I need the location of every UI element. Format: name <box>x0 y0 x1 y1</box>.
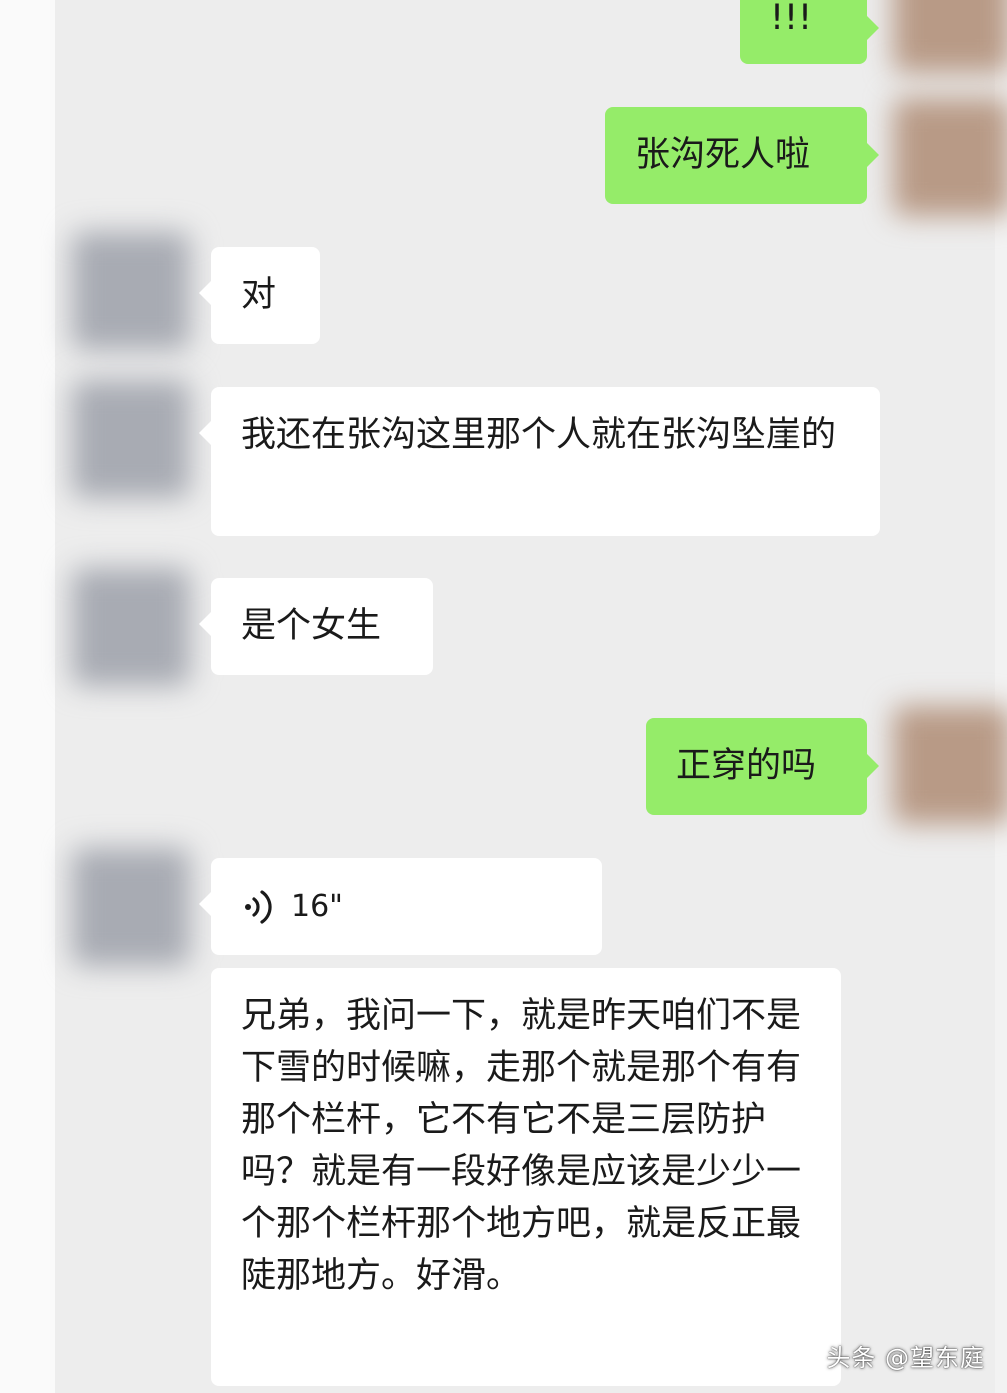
message-bubble-incoming[interactable]: 是个女生 <box>199 578 433 675</box>
message-bubble-outgoing[interactable]: 张沟死人啦 <box>605 107 879 204</box>
voice-wave-icon <box>243 887 277 927</box>
voice-transcription-bubble[interactable]: 兄弟，我问一下，就是昨天咱们不是下雪的时候嘛，走那个就是那个有有那个栏杆，它不有… <box>211 968 841 1386</box>
voice-duration: 16" <box>291 888 343 924</box>
message-text: !!! <box>770 0 813 38</box>
self-avatar[interactable] <box>893 98 1007 216</box>
message-text: 张沟死人啦 <box>635 135 811 175</box>
message-text: 是个女生 <box>241 606 382 646</box>
contact-avatar[interactable] <box>72 848 190 966</box>
message-text: 正穿的吗 <box>676 746 817 786</box>
message-bubble-incoming[interactable]: 对 <box>199 247 320 344</box>
watermark: 头条 @望东庭 <box>826 1344 985 1372</box>
message-bubble-outgoing[interactable]: !!! <box>740 0 879 64</box>
contact-avatar[interactable] <box>72 568 190 686</box>
voice-message[interactable]: 16" <box>243 881 343 933</box>
message-text: 兄弟，我问一下，就是昨天咱们不是下雪的时候嘛，走那个就是那个有有那个栏杆，它不有… <box>241 996 802 1296</box>
self-avatar[interactable] <box>893 0 1007 73</box>
contact-avatar[interactable] <box>72 380 190 498</box>
message-bubble-incoming[interactable]: 我还在张沟这里那个人就在张沟坠崖的 <box>199 387 880 536</box>
left-edge <box>0 0 55 1393</box>
message-bubble-outgoing[interactable]: 正穿的吗 <box>646 718 879 815</box>
message-text: 我还在张沟这里那个人就在张沟坠崖的 <box>241 415 837 455</box>
self-avatar[interactable] <box>893 706 1007 824</box>
contact-avatar[interactable] <box>72 232 190 350</box>
message-text: 对 <box>241 275 277 315</box>
voice-message-bubble[interactable]: 16" <box>199 858 602 955</box>
